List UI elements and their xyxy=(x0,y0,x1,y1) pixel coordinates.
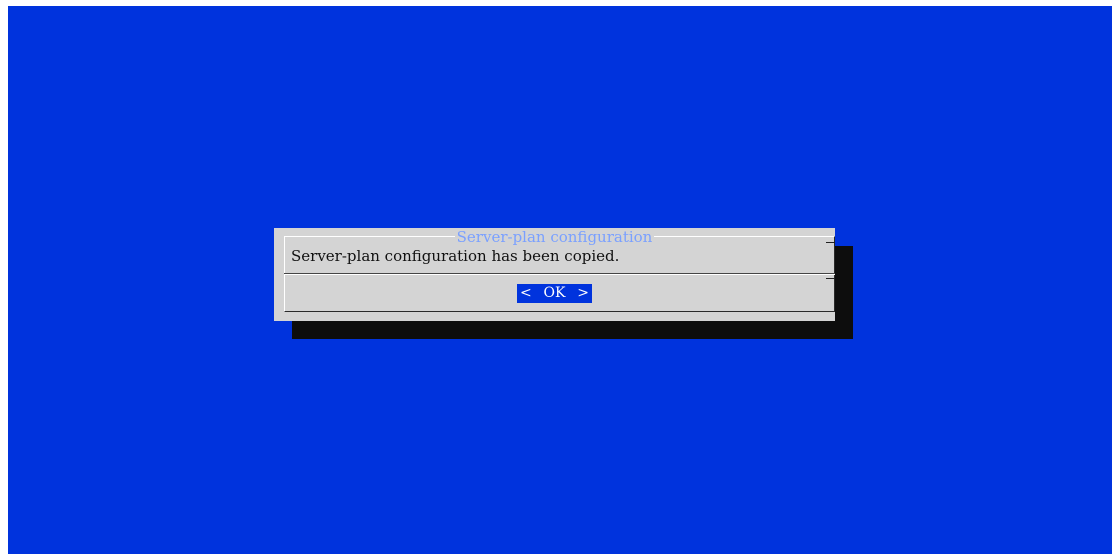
ok-left-bracket: < xyxy=(520,285,532,301)
message-dialog: Server-plan configuration Server-plan co… xyxy=(274,228,835,321)
dialog-message: Server-plan configuration has been copie… xyxy=(291,247,620,265)
ok-button[interactable]: < OK > xyxy=(517,284,592,303)
dialog-divider xyxy=(284,273,835,275)
frame-right-tick-top xyxy=(826,242,835,243)
ok-button-label: OK xyxy=(543,285,566,301)
ok-right-bracket: > xyxy=(577,285,589,301)
terminal-screen: Server-plan configuration Server-plan co… xyxy=(8,6,1112,554)
frame-right-tick-bottom xyxy=(826,278,835,279)
